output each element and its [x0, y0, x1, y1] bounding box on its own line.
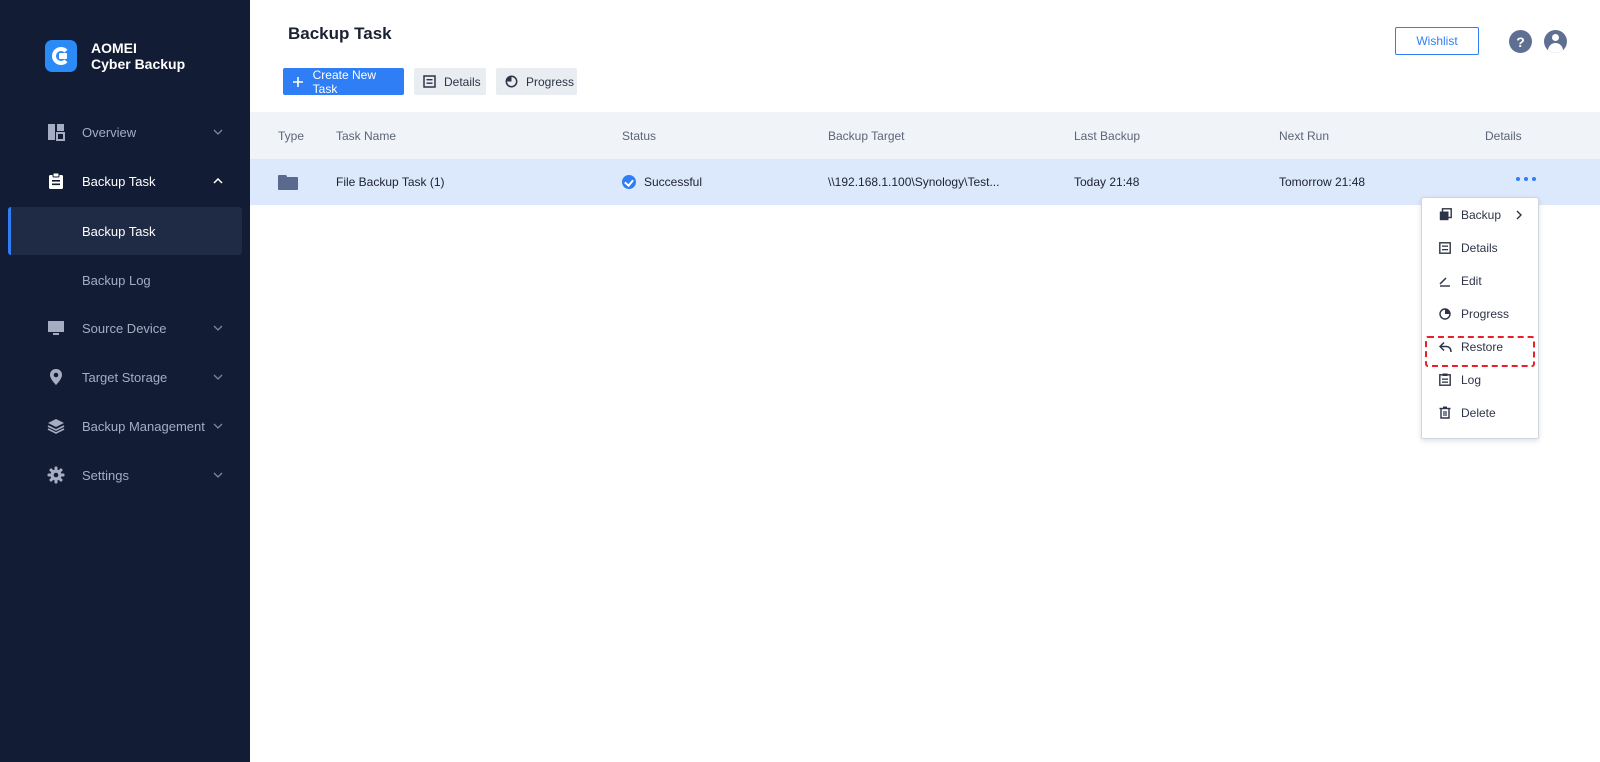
- menu-item-log[interactable]: Log: [1422, 363, 1538, 396]
- brand-logo: AOMEI Cyber Backup: [45, 40, 185, 72]
- column-header-details: Details: [1485, 128, 1522, 143]
- chevron-down-icon: [213, 372, 223, 382]
- copy-icon: [1438, 208, 1452, 222]
- chevron-up-icon: [213, 176, 223, 186]
- main-content: Backup Task Wishlist ? Create New Task D…: [250, 0, 1600, 762]
- chevron-down-icon: [213, 421, 223, 431]
- create-new-task-label: Create New Task: [312, 67, 376, 96]
- progress-icon: [505, 75, 518, 89]
- sidebar-item-overview[interactable]: Overview: [0, 109, 250, 155]
- sidebar-item-label: Target Storage: [82, 369, 168, 385]
- column-header-status: Status: [622, 128, 657, 143]
- backup-target-cell: \\192.168.1.100\Synology\Test...: [828, 175, 1000, 189]
- menu-item-label: Edit: [1461, 273, 1482, 288]
- column-header-task-name: Task Name: [336, 128, 397, 143]
- brand-name: AOMEI Cyber Backup: [91, 40, 185, 72]
- details-label: Details: [444, 74, 481, 89]
- status-cell: Successful: [622, 159, 702, 205]
- sidebar: AOMEI Cyber Backup Overview Backup Task …: [0, 0, 250, 762]
- edit-icon: [1438, 274, 1452, 288]
- task-name-cell: File Backup Task (1): [336, 175, 445, 189]
- context-menu: Backup Details Edit Progress Restore Log…: [1421, 197, 1539, 439]
- status-text: Successful: [644, 175, 703, 189]
- progress-button[interactable]: Progress: [496, 68, 577, 95]
- chevron-right-icon: [1515, 210, 1523, 220]
- sidebar-subitem-label: Backup Task: [82, 223, 156, 239]
- sidebar-subitem-backup-task[interactable]: Backup Task: [8, 207, 242, 255]
- sidebar-item-settings[interactable]: Settings: [0, 452, 250, 498]
- menu-item-details[interactable]: Details: [1422, 231, 1538, 264]
- column-header-backup-target: Backup Target: [828, 128, 905, 143]
- details-icon: [1438, 241, 1452, 255]
- column-header-last-backup: Last Backup: [1074, 128, 1141, 143]
- dashboard-icon: [47, 123, 65, 141]
- create-new-task-button[interactable]: Create New Task: [283, 67, 404, 96]
- sidebar-item-label: Overview: [82, 124, 137, 140]
- menu-item-label: Progress: [1461, 306, 1510, 321]
- sidebar-subitem-label: Backup Log: [82, 272, 151, 288]
- sidebar-item-label: Backup Management: [82, 418, 205, 434]
- folder-icon: [278, 174, 298, 190]
- gear-icon: [47, 466, 65, 484]
- type-cell: [278, 159, 298, 205]
- wishlist-button[interactable]: Wishlist: [1395, 27, 1479, 55]
- menu-item-label: Delete: [1461, 405, 1496, 420]
- menu-item-delete[interactable]: Delete: [1422, 396, 1538, 429]
- page-title: Backup Task: [288, 24, 392, 43]
- menu-item-progress[interactable]: Progress: [1422, 297, 1538, 330]
- chevron-down-icon: [213, 323, 223, 333]
- column-header-type: Type: [278, 128, 305, 143]
- sidebar-item-label: Backup Task: [82, 173, 156, 189]
- restore-highlight-box: [1425, 336, 1535, 367]
- sidebar-item-source-device[interactable]: Source Device: [0, 305, 250, 351]
- menu-item-label: Backup: [1461, 207, 1502, 222]
- sidebar-item-target-storage[interactable]: Target Storage: [0, 354, 250, 400]
- table-row[interactable]: File Backup Task (1) Successful \\192.16…: [250, 159, 1600, 205]
- table-header: Type Task Name Status Backup Target Last…: [250, 112, 1600, 159]
- check-circle-icon: [622, 175, 636, 189]
- sidebar-subitem-backup-log[interactable]: Backup Log: [8, 256, 242, 304]
- layers-icon: [47, 417, 65, 435]
- menu-item-label: Details: [1461, 240, 1498, 255]
- menu-item-backup[interactable]: Backup: [1422, 198, 1538, 231]
- log-icon: [1438, 373, 1452, 387]
- more-options-icon[interactable]: [1516, 175, 1536, 183]
- app-window: AOMEI Cyber Backup Overview Backup Task …: [0, 0, 1600, 762]
- chevron-down-icon: [213, 127, 223, 137]
- menu-item-label: Log: [1461, 372, 1482, 387]
- user-avatar-icon[interactable]: [1544, 30, 1567, 53]
- details-button[interactable]: Details: [414, 68, 486, 95]
- aomei-logo-icon: [45, 40, 77, 72]
- details-icon: [423, 75, 436, 89]
- sidebar-item-backup-management[interactable]: Backup Management: [0, 403, 250, 449]
- next-run-cell: Tomorrow 21:48: [1279, 175, 1366, 189]
- help-icon[interactable]: ?: [1509, 30, 1532, 53]
- trash-icon: [1438, 406, 1452, 420]
- brand-line-1: AOMEI: [91, 40, 137, 56]
- chevron-down-icon: [213, 470, 223, 480]
- menu-item-edit[interactable]: Edit: [1422, 264, 1538, 297]
- plus-icon: [292, 75, 305, 89]
- location-pin-icon: [47, 368, 65, 386]
- monitor-icon: [47, 319, 65, 337]
- last-backup-cell: Today 21:48: [1074, 175, 1140, 189]
- column-header-next-run: Next Run: [1279, 128, 1330, 143]
- clipboard-icon: [47, 172, 65, 190]
- sidebar-item-backup-task[interactable]: Backup Task: [0, 158, 250, 204]
- sidebar-item-label: Source Device: [82, 320, 167, 336]
- brand-line-2: Cyber Backup: [91, 56, 186, 72]
- progress-label: Progress: [526, 74, 575, 89]
- sidebar-item-label: Settings: [82, 467, 129, 483]
- progress-icon: [1438, 307, 1452, 321]
